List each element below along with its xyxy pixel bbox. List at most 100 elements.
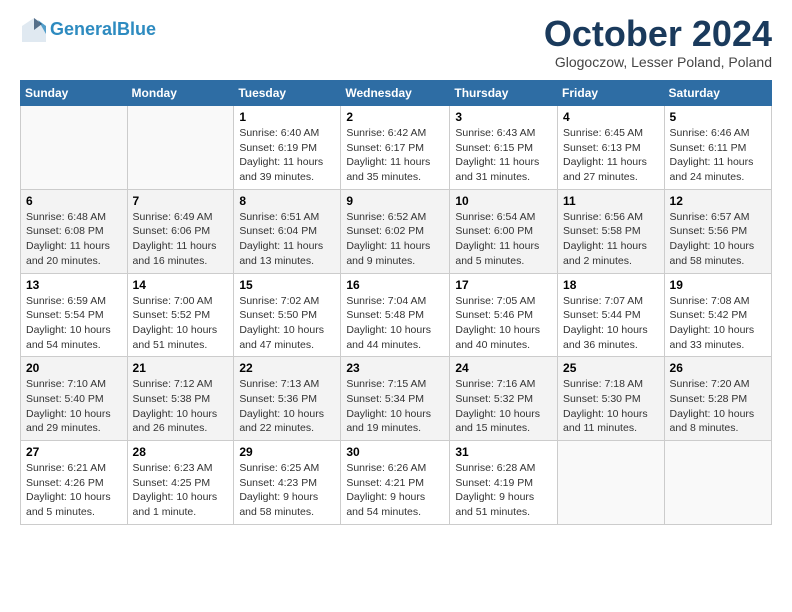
day-number: 30: [346, 445, 444, 459]
day-detail: Sunrise: 7:16 AMSunset: 5:32 PMDaylight:…: [455, 377, 552, 436]
day-detail: Sunrise: 6:57 AMSunset: 5:56 PMDaylight:…: [670, 210, 766, 269]
day-number: 27: [26, 445, 122, 459]
day-detail: Sunrise: 6:43 AMSunset: 6:15 PMDaylight:…: [455, 126, 552, 185]
header: GeneralBlue October 2024 Glogoczow, Less…: [20, 16, 772, 70]
day-number: 12: [670, 194, 766, 208]
calendar-cell: 18 Sunrise: 7:07 AMSunset: 5:44 PMDayligh…: [558, 273, 665, 357]
calendar-cell: 11 Sunrise: 6:56 AMSunset: 5:58 PMDayligh…: [558, 189, 665, 273]
day-detail: Sunrise: 7:02 AMSunset: 5:50 PMDaylight:…: [239, 294, 335, 353]
calendar-cell: 20 Sunrise: 7:10 AMSunset: 5:40 PMDayligh…: [21, 357, 128, 441]
day-detail: Sunrise: 7:15 AMSunset: 5:34 PMDaylight:…: [346, 377, 444, 436]
calendar-cell: 28Sunrise: 6:23 AMSunset: 4:25 PMDayligh…: [127, 441, 234, 525]
title-block: October 2024 Glogoczow, Lesser Poland, P…: [544, 16, 772, 70]
calendar-cell: 23Sunrise: 7:15 AMSunset: 5:34 PMDayligh…: [341, 357, 450, 441]
calendar-cell: 26 Sunrise: 7:20 AMSunset: 5:28 PMDayligh…: [664, 357, 771, 441]
day-number: 3: [455, 110, 552, 124]
calendar-cell: 25 Sunrise: 7:18 AMSunset: 5:30 PMDayligh…: [558, 357, 665, 441]
day-detail: Sunrise: 6:23 AMSunset: 4:25 PMDaylight:…: [133, 461, 229, 520]
day-number: 24: [455, 361, 552, 375]
day-number: 5: [670, 110, 766, 124]
day-detail: Sunrise: 6:59 AMSunset: 5:54 PMDaylight:…: [26, 294, 122, 353]
day-detail: Sunrise: 7:12 AMSunset: 5:38 PMDaylight:…: [133, 377, 229, 436]
day-number: 21: [133, 361, 229, 375]
calendar-cell: 10 Sunrise: 6:54 AMSunset: 6:00 PMDayligh…: [450, 189, 558, 273]
calendar-cell: [664, 441, 771, 525]
calendar-cell: 16 Sunrise: 7:04 AMSunset: 5:48 PMDayligh…: [341, 273, 450, 357]
day-detail: Sunrise: 6:56 AMSunset: 5:58 PMDaylight:…: [563, 210, 659, 269]
day-detail: Sunrise: 6:26 AMSunset: 4:21 PMDaylight:…: [346, 461, 444, 520]
calendar-header-wednesday: Wednesday: [341, 81, 450, 106]
day-detail: Sunrise: 7:18 AMSunset: 5:30 PMDaylight:…: [563, 377, 659, 436]
calendar-cell: 27 Sunrise: 6:21 AMSunset: 4:26 PMDayligh…: [21, 441, 128, 525]
day-detail: Sunrise: 6:28 AMSunset: 4:19 PMDaylight:…: [455, 461, 552, 520]
day-number: 9: [346, 194, 444, 208]
calendar-cell: [127, 106, 234, 190]
logo-general: General: [50, 19, 117, 39]
calendar-header-tuesday: Tuesday: [234, 81, 341, 106]
day-detail: Sunrise: 7:04 AMSunset: 5:48 PMDaylight:…: [346, 294, 444, 353]
day-number: 18: [563, 278, 659, 292]
day-detail: Sunrise: 7:00 AMSunset: 5:52 PMDaylight:…: [133, 294, 229, 353]
day-detail: Sunrise: 6:54 AMSunset: 6:00 PMDaylight:…: [455, 210, 552, 269]
calendar-cell: 19 Sunrise: 7:08 AMSunset: 5:42 PMDayligh…: [664, 273, 771, 357]
logo-text: GeneralBlue: [50, 20, 156, 40]
day-number: 20: [26, 361, 122, 375]
calendar-cell: 21 Sunrise: 7:12 AMSunset: 5:38 PMDayligh…: [127, 357, 234, 441]
calendar-cell: 31 Sunrise: 6:28 AMSunset: 4:19 PMDayligh…: [450, 441, 558, 525]
day-number: 11: [563, 194, 659, 208]
day-number: 13: [26, 278, 122, 292]
calendar-cell: 6 Sunrise: 6:48 AMSunset: 6:08 PMDaylight…: [21, 189, 128, 273]
day-number: 7: [133, 194, 229, 208]
month-title: October 2024: [544, 16, 772, 52]
page: GeneralBlue October 2024 Glogoczow, Less…: [0, 0, 792, 545]
day-detail: Sunrise: 7:05 AMSunset: 5:46 PMDaylight:…: [455, 294, 552, 353]
day-number: 4: [563, 110, 659, 124]
day-number: 1: [239, 110, 335, 124]
calendar-week-row: 6 Sunrise: 6:48 AMSunset: 6:08 PMDaylight…: [21, 189, 772, 273]
calendar-cell: 24 Sunrise: 7:16 AMSunset: 5:32 PMDayligh…: [450, 357, 558, 441]
day-number: 14: [133, 278, 229, 292]
day-number: 29: [239, 445, 335, 459]
calendar-cell: 5 Sunrise: 6:46 AMSunset: 6:11 PMDaylight…: [664, 106, 771, 190]
logo: GeneralBlue: [20, 16, 156, 44]
calendar-cell: 7Sunrise: 6:49 AMSunset: 6:06 PMDaylight…: [127, 189, 234, 273]
day-number: 25: [563, 361, 659, 375]
calendar-table: SundayMondayTuesdayWednesdayThursdayFrid…: [20, 80, 772, 525]
day-number: 26: [670, 361, 766, 375]
calendar-cell: 9 Sunrise: 6:52 AMSunset: 6:02 PMDaylight…: [341, 189, 450, 273]
day-detail: Sunrise: 6:48 AMSunset: 6:08 PMDaylight:…: [26, 210, 122, 269]
day-number: 16: [346, 278, 444, 292]
day-number: 8: [239, 194, 335, 208]
calendar-cell: 14 Sunrise: 7:00 AMSunset: 5:52 PMDayligh…: [127, 273, 234, 357]
calendar-week-row: 13 Sunrise: 6:59 AMSunset: 5:54 PMDayligh…: [21, 273, 772, 357]
calendar-header-row: SundayMondayTuesdayWednesdayThursdayFrid…: [21, 81, 772, 106]
calendar-cell: 17 Sunrise: 7:05 AMSunset: 5:46 PMDayligh…: [450, 273, 558, 357]
day-detail: Sunrise: 6:45 AMSunset: 6:13 PMDaylight:…: [563, 126, 659, 185]
calendar-cell: 1Sunrise: 6:40 AMSunset: 6:19 PMDaylight…: [234, 106, 341, 190]
day-number: 2: [346, 110, 444, 124]
day-number: 6: [26, 194, 122, 208]
day-detail: Sunrise: 7:20 AMSunset: 5:28 PMDaylight:…: [670, 377, 766, 436]
calendar-header-saturday: Saturday: [664, 81, 771, 106]
day-detail: Sunrise: 7:10 AMSunset: 5:40 PMDaylight:…: [26, 377, 122, 436]
day-detail: Sunrise: 7:08 AMSunset: 5:42 PMDaylight:…: [670, 294, 766, 353]
calendar-week-row: 20 Sunrise: 7:10 AMSunset: 5:40 PMDayligh…: [21, 357, 772, 441]
calendar-cell: 30 Sunrise: 6:26 AMSunset: 4:21 PMDayligh…: [341, 441, 450, 525]
calendar-cell: 4 Sunrise: 6:45 AMSunset: 6:13 PMDaylight…: [558, 106, 665, 190]
day-detail: Sunrise: 6:51 AMSunset: 6:04 PMDaylight:…: [239, 210, 335, 269]
day-detail: Sunrise: 6:21 AMSunset: 4:26 PMDaylight:…: [26, 461, 122, 520]
day-detail: Sunrise: 7:07 AMSunset: 5:44 PMDaylight:…: [563, 294, 659, 353]
day-number: 19: [670, 278, 766, 292]
calendar-header-sunday: Sunday: [21, 81, 128, 106]
day-number: 17: [455, 278, 552, 292]
calendar-cell: 15Sunrise: 7:02 AMSunset: 5:50 PMDayligh…: [234, 273, 341, 357]
day-detail: Sunrise: 6:46 AMSunset: 6:11 PMDaylight:…: [670, 126, 766, 185]
day-number: 10: [455, 194, 552, 208]
day-detail: Sunrise: 7:13 AMSunset: 5:36 PMDaylight:…: [239, 377, 335, 436]
day-number: 31: [455, 445, 552, 459]
day-detail: Sunrise: 6:52 AMSunset: 6:02 PMDaylight:…: [346, 210, 444, 269]
calendar-cell: 2Sunrise: 6:42 AMSunset: 6:17 PMDaylight…: [341, 106, 450, 190]
location-subtitle: Glogoczow, Lesser Poland, Poland: [544, 54, 772, 70]
day-number: 22: [239, 361, 335, 375]
calendar-cell: 12 Sunrise: 6:57 AMSunset: 5:56 PMDayligh…: [664, 189, 771, 273]
